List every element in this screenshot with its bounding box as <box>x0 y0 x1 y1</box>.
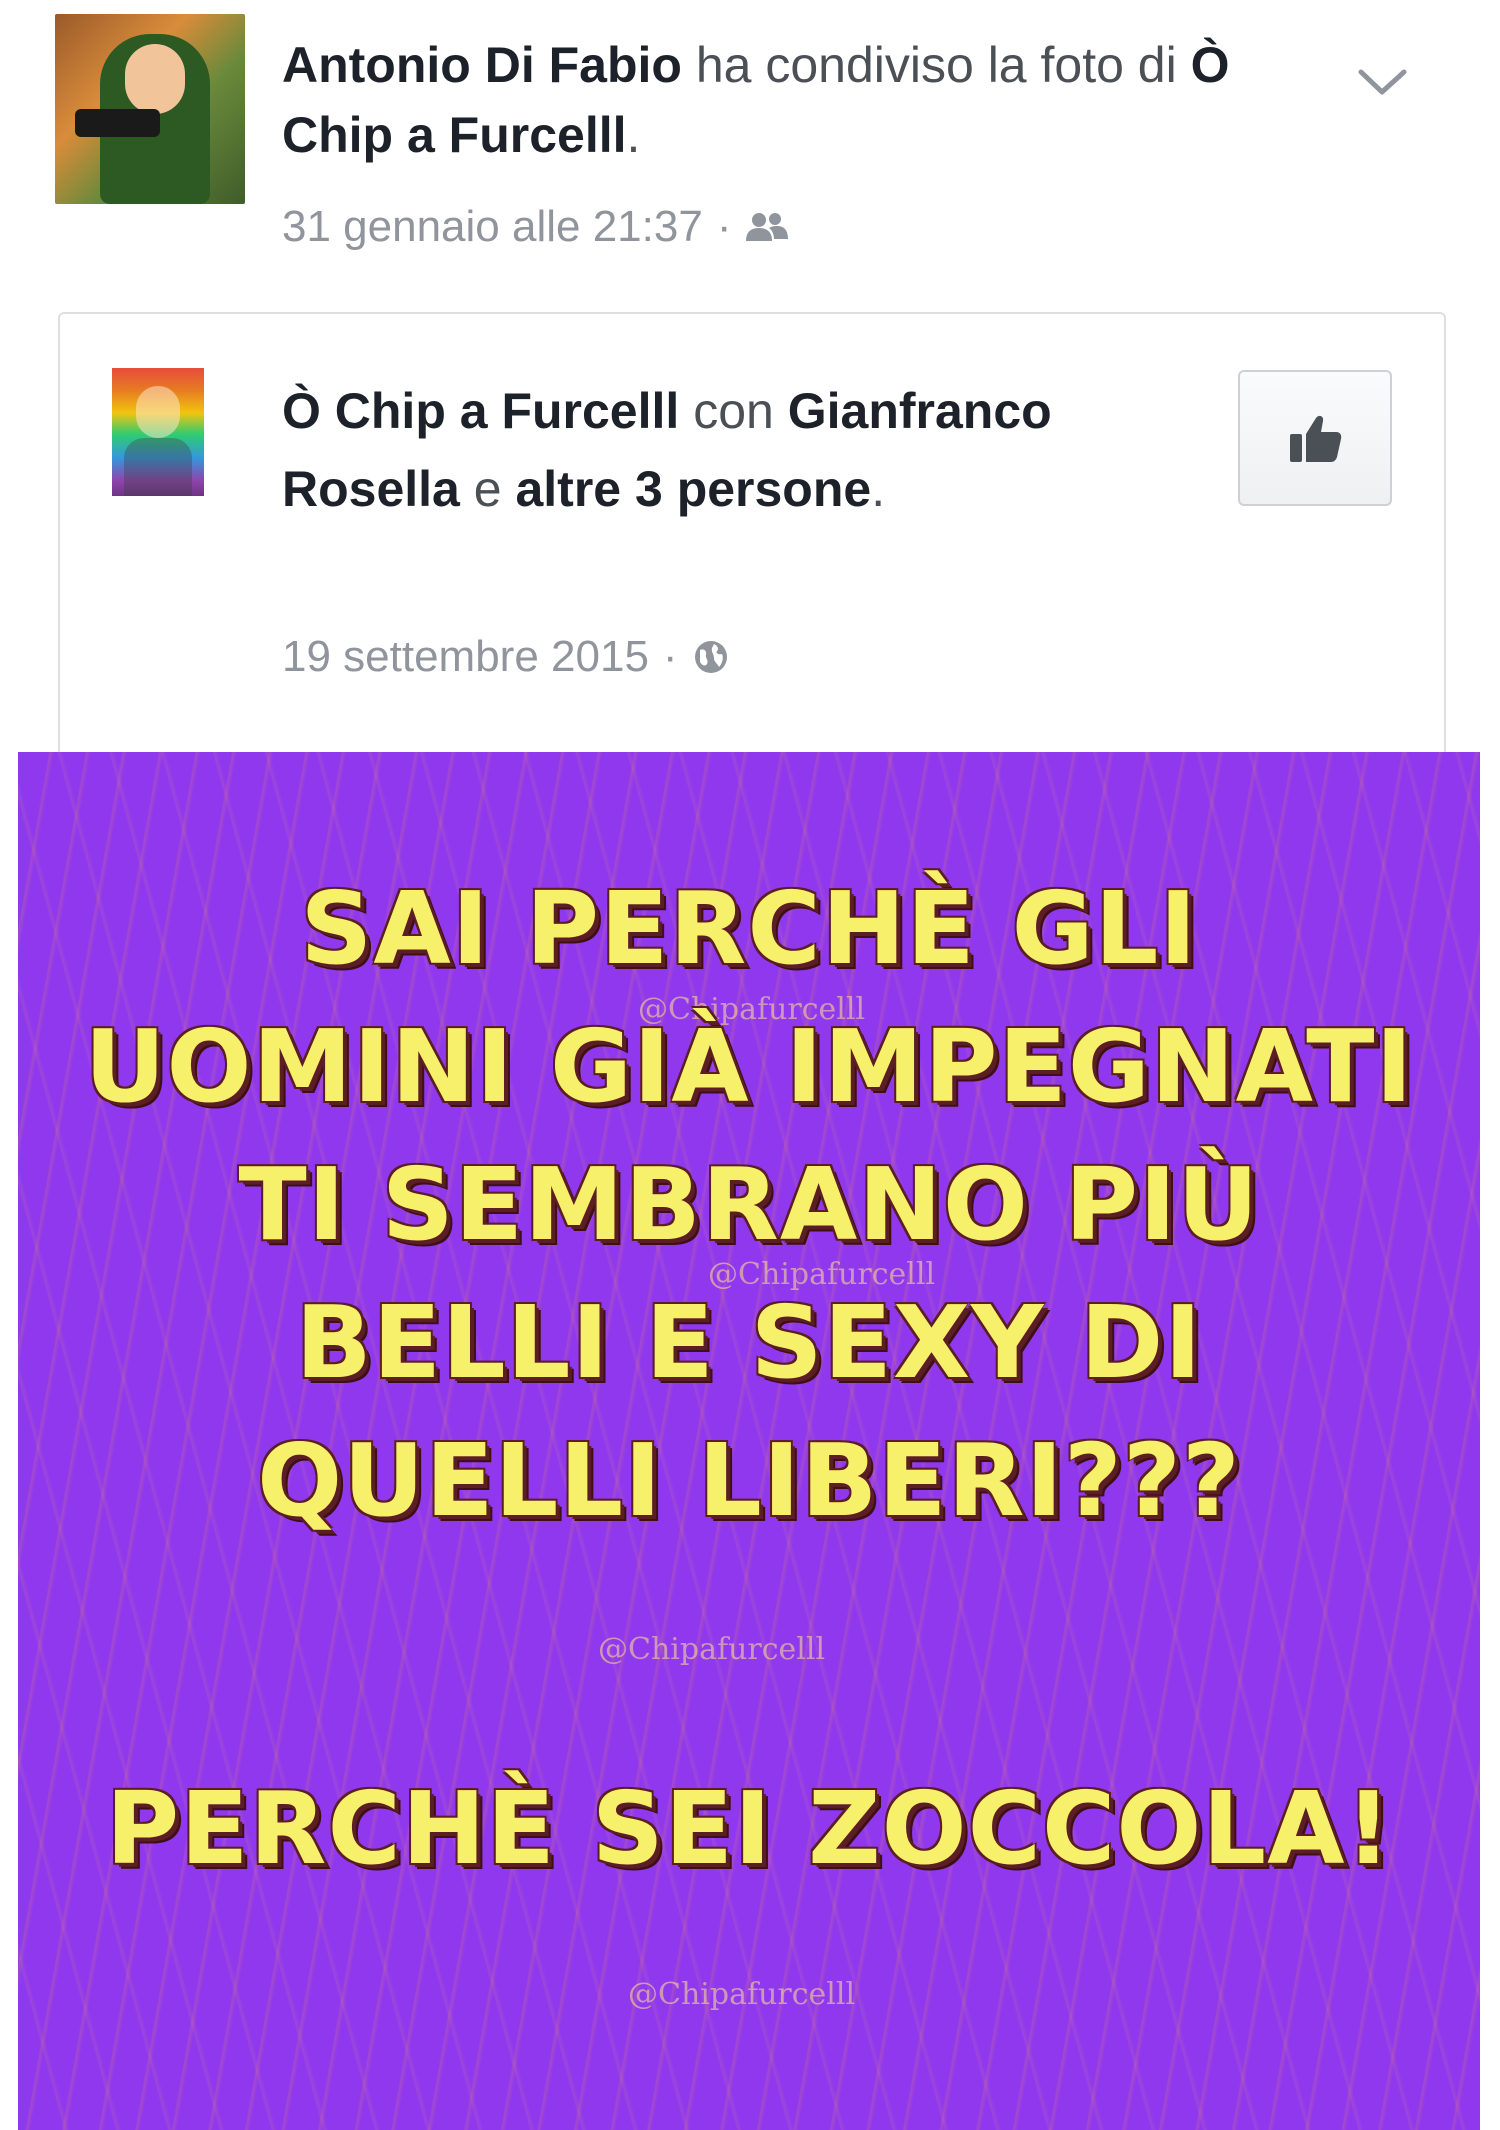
page-avatar[interactable] <box>112 368 204 496</box>
avatar-gun <box>75 109 160 137</box>
meme-photo[interactable]: @Chipafurcelll @Chipafurcelll @Chipafurc… <box>18 752 1480 2130</box>
meme-punchline: PERCHÈ SEI ZOCCOLA! <box>105 1770 1393 1887</box>
post-meta: 19 settembre 2015 · <box>282 627 730 687</box>
meme-line-2: UOMINI GIÀ IMPEGNATI <box>84 1008 1414 1125</box>
thumbs-up-icon <box>1290 415 1342 462</box>
page-name-link[interactable]: Ò Chip a Furcelll <box>282 383 679 439</box>
avatar-face <box>125 44 185 114</box>
share-story-line: Antonio Di Fabio ha condiviso la foto di… <box>282 30 1342 170</box>
globe-icon[interactable] <box>692 638 730 676</box>
others-link[interactable]: altre 3 persone <box>515 461 871 517</box>
meme-line-1: SAI PERCHÈ GLI <box>300 870 1198 987</box>
page-avatar-head <box>136 386 180 438</box>
shared-post-card: Ò Chip a Furcelll con Gianfranco Rosella… <box>58 312 1446 754</box>
chevron-down-icon[interactable] <box>1355 62 1410 102</box>
share-timestamp-link[interactable]: 31 gennaio alle 21:37 <box>282 197 703 257</box>
post-timestamp-link[interactable]: 19 settembre 2015 <box>282 627 649 687</box>
share-header: Antonio Di Fabio ha condiviso la foto di… <box>55 14 1455 254</box>
meme-line-5: QUELLI LIBERI??? <box>257 1422 1241 1539</box>
page-avatar-body <box>124 438 192 496</box>
meme-line-4: BELLI E SEXY DI <box>295 1284 1203 1401</box>
meme-line-3: TI SEMBRANO PIÙ <box>238 1146 1260 1263</box>
meta-separator: · <box>716 202 732 251</box>
friends-icon[interactable] <box>745 211 789 243</box>
post-period: . <box>871 461 886 517</box>
post-header-line: Ò Chip a Furcelll con Gianfranco Rosella… <box>282 372 1202 528</box>
post-meta-separator: · <box>662 632 678 681</box>
share-action-text: ha condiviso la foto di <box>695 37 1177 93</box>
and-text: e <box>473 461 502 517</box>
sharer-avatar[interactable] <box>55 14 245 204</box>
share-meta: 31 gennaio alle 21:37 · <box>282 197 789 257</box>
sharer-name-link[interactable]: Antonio Di Fabio <box>282 37 682 93</box>
share-period: . <box>626 107 641 163</box>
like-page-button[interactable] <box>1238 370 1392 506</box>
with-text: con <box>693 383 774 439</box>
meme-text: SAI PERCHÈ GLI UOMINI GIÀ IMPEGNATI TI S… <box>18 860 1480 1898</box>
watermark-4: @Chipafurcelll <box>628 1977 856 2012</box>
